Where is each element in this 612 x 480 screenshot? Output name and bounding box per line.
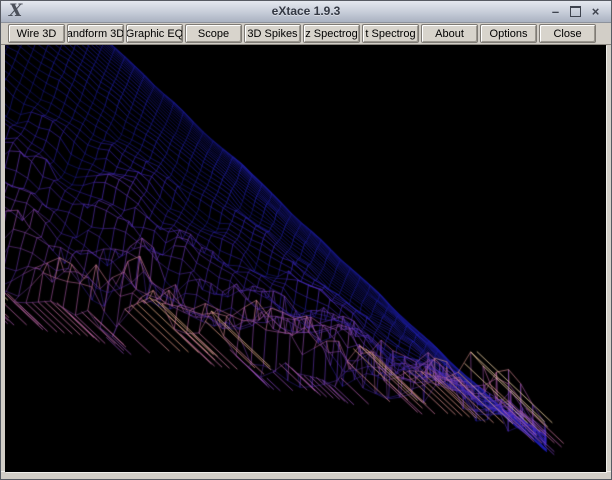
window-title: eXtace 1.9.3	[271, 4, 341, 18]
button-about[interactable]: About	[421, 24, 478, 43]
maximize-icon[interactable]	[570, 6, 581, 17]
button-3d-spikes[interactable]: 3D Spikes	[244, 24, 301, 43]
window-controls: – ×	[549, 1, 602, 22]
button-st-spectrogram[interactable]: t Spectrog	[362, 24, 419, 43]
minimize-icon[interactable]: –	[549, 1, 562, 22]
button-hz-spectrogram[interactable]: z Spectrog	[303, 24, 360, 43]
button-scope[interactable]: Scope	[185, 24, 242, 43]
button-close[interactable]: Close	[539, 24, 596, 43]
visualization-area	[5, 45, 606, 472]
title-bar[interactable]: X eXtace 1.9.3 – ×	[1, 1, 611, 23]
close-icon[interactable]: ×	[589, 1, 602, 22]
button-options[interactable]: Options	[480, 24, 537, 43]
app-window: X eXtace 1.9.3 – × Wire 3D andform 3D Gr…	[0, 0, 612, 480]
wireframe-spectrogram-canvas	[5, 45, 606, 472]
button-graphic-eq[interactable]: Graphic EQ	[126, 24, 183, 43]
window-frame-bottom	[1, 471, 611, 479]
toolbar: Wire 3D andform 3D Graphic EQ Scope 3D S…	[1, 23, 611, 45]
button-landform-3d[interactable]: andform 3D	[67, 24, 124, 43]
button-wire-3d[interactable]: Wire 3D	[8, 24, 65, 43]
